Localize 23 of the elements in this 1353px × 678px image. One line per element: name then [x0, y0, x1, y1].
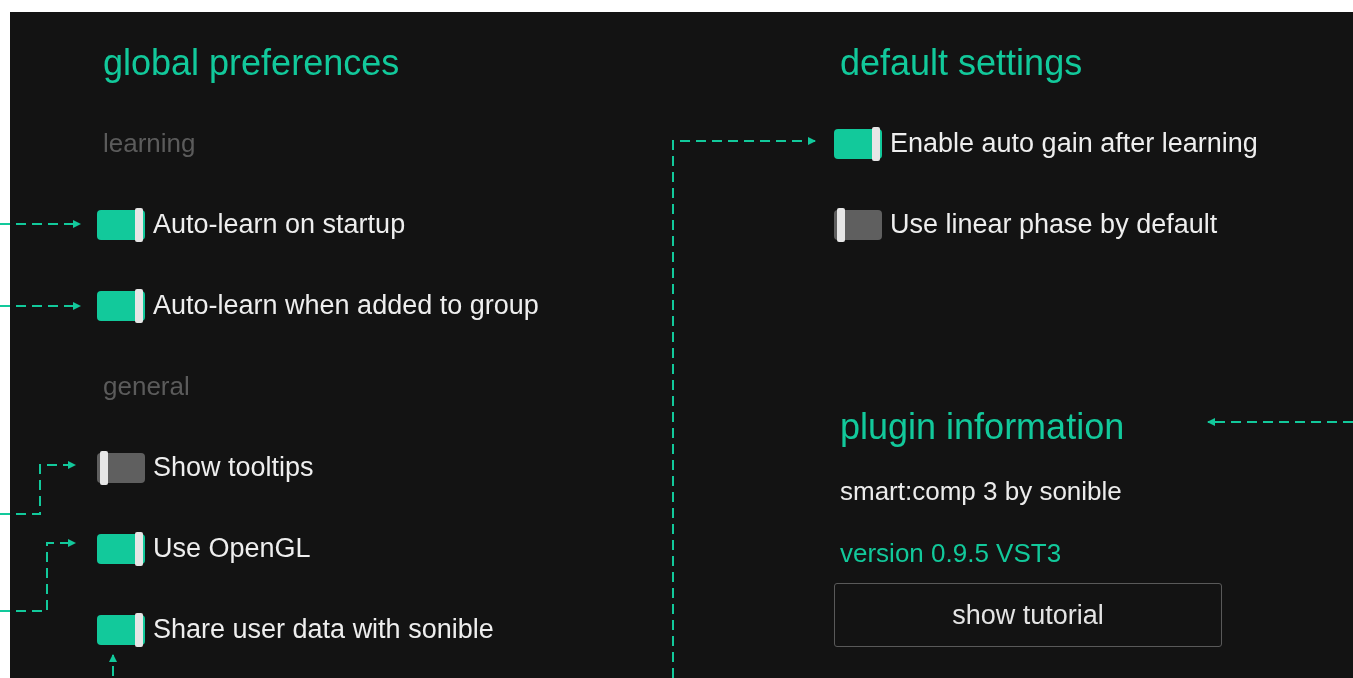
toggle-switch[interactable]	[97, 614, 145, 645]
toggle-label: Enable auto gain after learning	[890, 128, 1258, 159]
toggle-label: Share user data with sonible	[153, 614, 494, 645]
dashed-arrow	[109, 654, 117, 677]
toggle-switch[interactable]	[97, 209, 145, 240]
toggle-switch[interactable]	[97, 533, 145, 564]
section-title: plugin information	[840, 404, 1125, 449]
toggle-label: Auto-learn on startup	[153, 209, 406, 240]
section-title: default settings	[840, 40, 1083, 85]
toggle-label: Use OpenGL	[153, 533, 311, 564]
toggle-switch[interactable]	[97, 452, 145, 483]
toggle-switch[interactable]	[834, 209, 882, 240]
section-title: global preferences	[103, 40, 400, 85]
tutorial-button[interactable]: show tutorial	[834, 583, 1222, 647]
toggle-label: Show tooltips	[153, 452, 314, 483]
version-text: version 0.9.5 VST3	[840, 536, 1063, 570]
group-label: general	[103, 370, 191, 403]
toggle-switch[interactable]	[97, 290, 145, 321]
group-label: learning	[103, 127, 197, 160]
toggle-switch[interactable]	[834, 128, 882, 159]
toggle-label: Auto-learn when added to group	[153, 290, 539, 321]
toggle-label: Use linear phase by default	[890, 209, 1218, 240]
product-name: smart:comp 3 by sonible	[840, 474, 1123, 508]
